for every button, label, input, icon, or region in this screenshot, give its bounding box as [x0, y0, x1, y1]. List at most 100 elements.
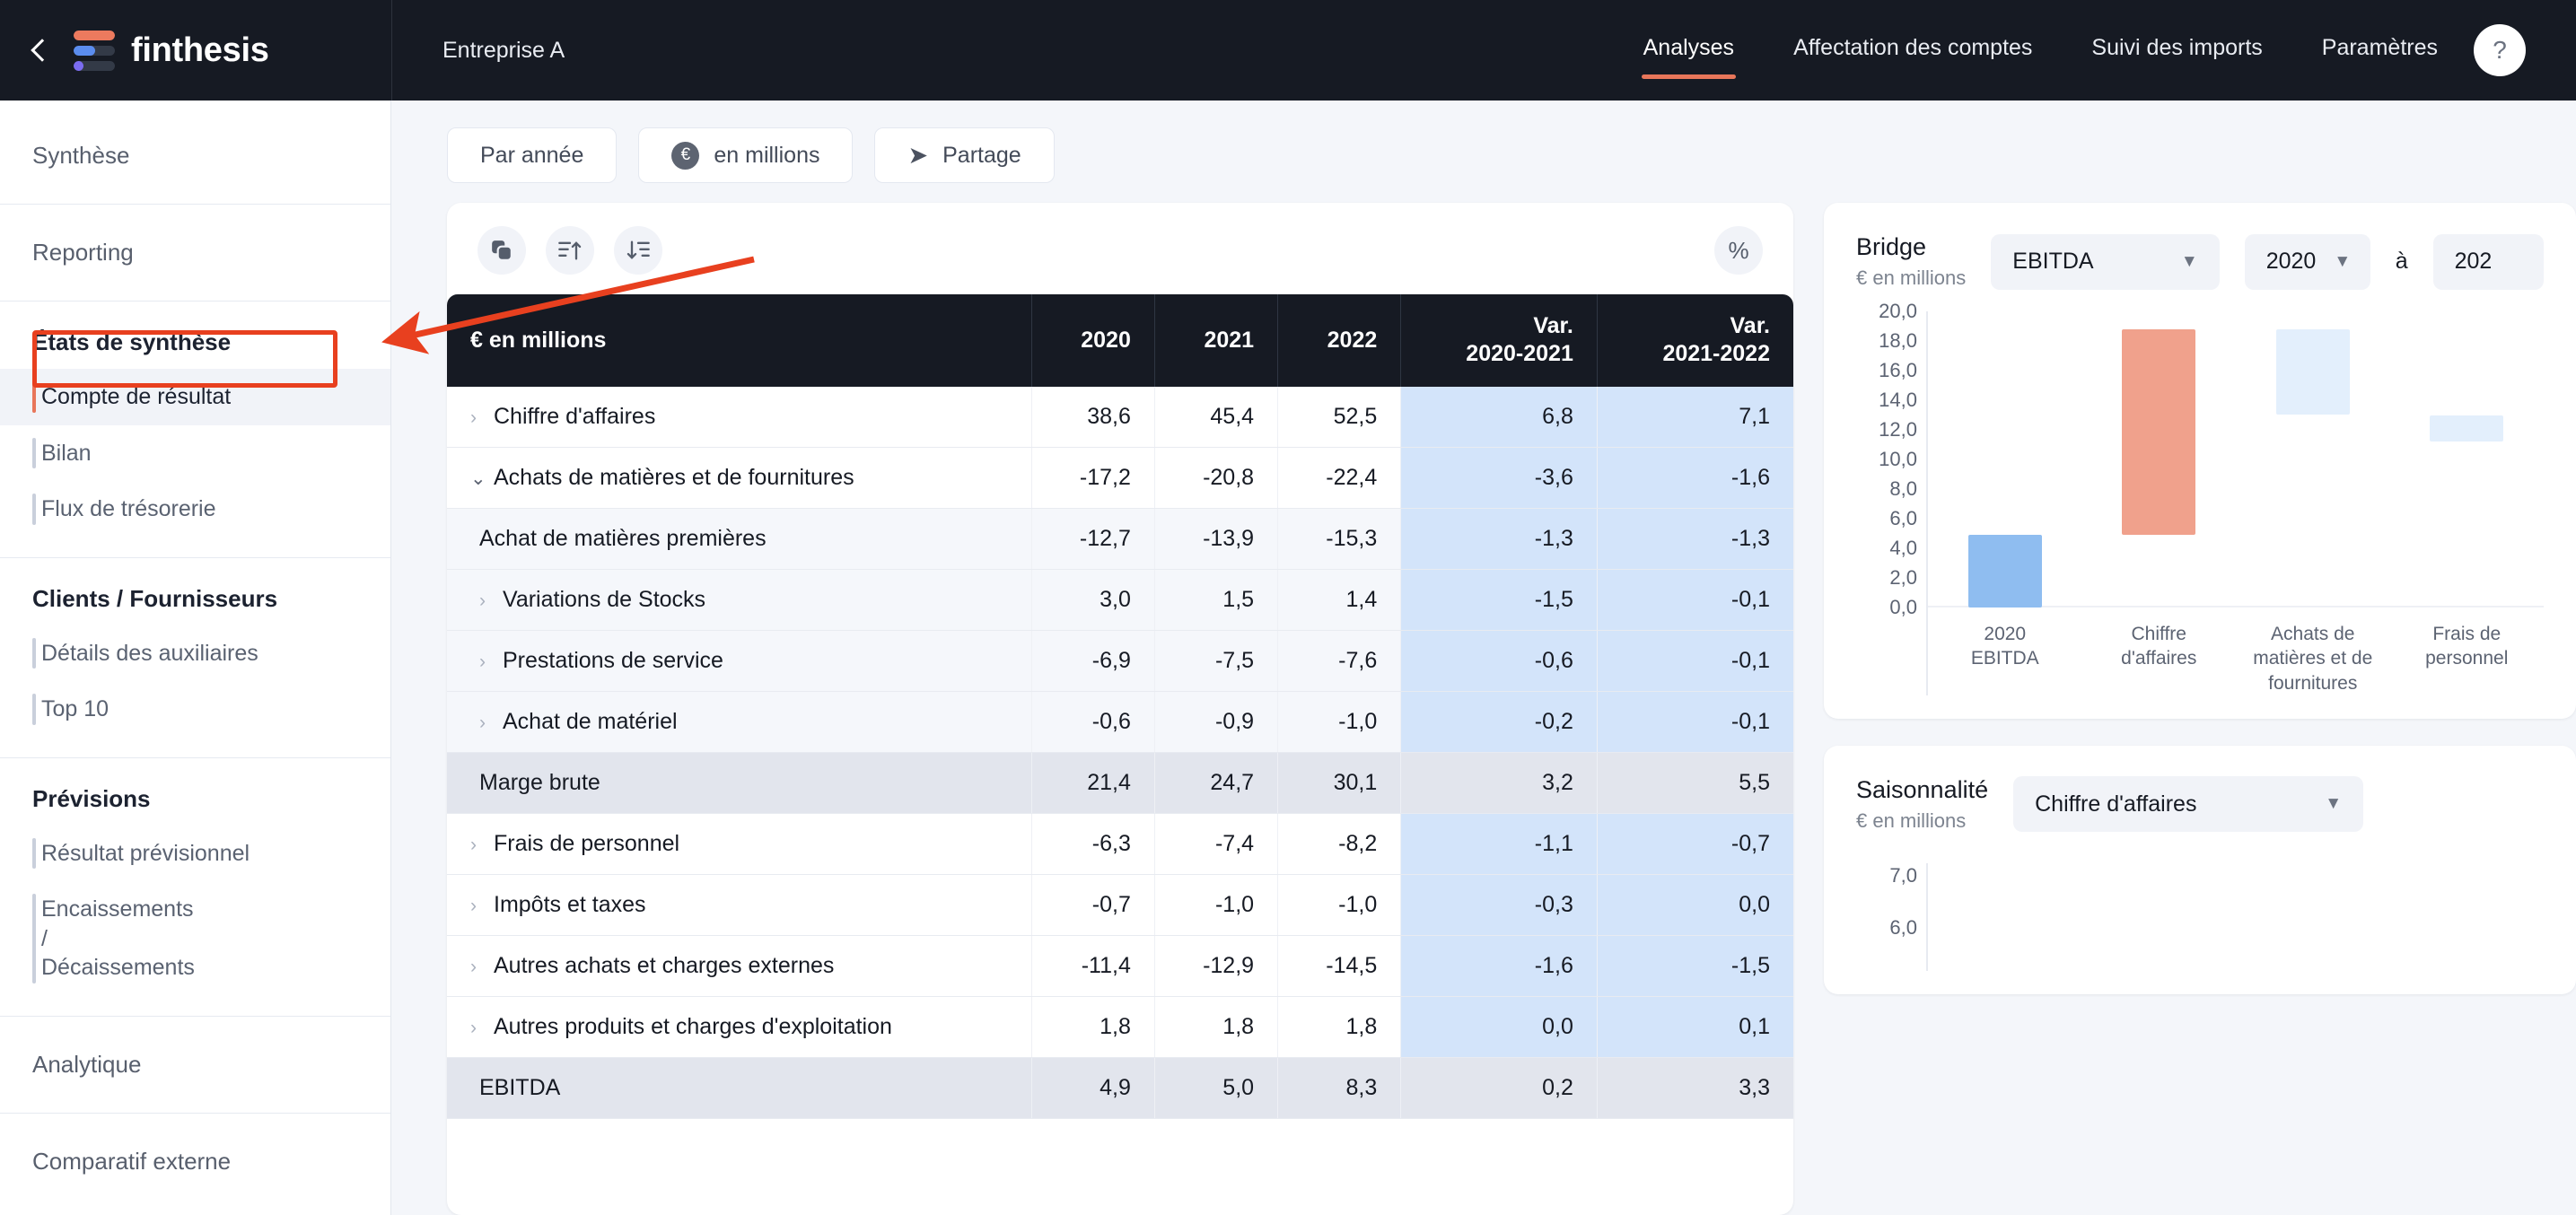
sidebar-item-resultat-previsionnel[interactable]: Résultat prévisionnel — [0, 826, 390, 882]
y-tick-label: 18,0 — [1879, 329, 1917, 352]
bridge-year-to-select[interactable]: 202 — [2432, 233, 2544, 290]
saisonnalite-chart: 7,0 6,0 — [1856, 862, 2544, 971]
y-tick-label: 12,0 — [1879, 418, 1917, 441]
row-label-text: Variations de Stocks — [503, 586, 706, 612]
cell-value: -0,1 — [1596, 691, 1793, 753]
bridge-subtitle: € en millions — [1856, 267, 1967, 289]
top-bar-main: Entreprise A Analyses Affectation des co… — [391, 0, 2576, 101]
tab-suivi-des-imports[interactable]: Suivi des imports — [2090, 28, 2264, 74]
sidebar-item-comparatif-externe[interactable]: Comparatif externe — [0, 1133, 390, 1190]
table-row[interactable]: Marge brute 21,4 24,7 30,1 3,2 5,5 — [447, 752, 1793, 814]
y-tick-label: 8,0 — [1889, 477, 1917, 500]
bridge-metric-select[interactable]: EBITDA ▼ — [1991, 233, 2220, 290]
table-row[interactable]: › Variations de Stocks 3,0 1,5 1,4 -1,5 -0,1 — [447, 569, 1793, 631]
bridge-metric-value: EBITDA — [2012, 249, 2094, 274]
table-row[interactable]: › Prestations de service -6,9 -7,5 -7,6 -0,6-… — [447, 630, 1793, 692]
chevron-right-icon[interactable]: › — [479, 651, 503, 673]
sidebar-item-flux-de-tresorerie[interactable]: Flux de trésorerie — [0, 481, 390, 538]
sidebar-group-reporting: Reporting — [0, 205, 390, 302]
cell-value: 1,8 — [1277, 996, 1401, 1058]
sidebar-item-top-10[interactable]: Top 10 — [0, 681, 390, 738]
chevron-right-icon[interactable]: › — [479, 712, 503, 734]
row-label: Marge brute — [447, 752, 1032, 814]
bridge-bar[interactable] — [2430, 415, 2504, 442]
cell-value: -20,8 — [1153, 447, 1278, 509]
col-var-2021-2022-line2: 2021-2022 — [1662, 341, 1770, 367]
company-name: Entreprise A — [442, 37, 565, 63]
copy-icon[interactable] — [478, 226, 526, 275]
bridge-bar[interactable] — [2122, 328, 2196, 536]
sidebar-item-synthese[interactable]: Synthèse — [0, 127, 390, 184]
bridge-bar[interactable] — [2275, 328, 2350, 415]
col-label[interactable]: € en millions — [447, 294, 1032, 387]
sort-descending-icon[interactable] — [614, 226, 662, 275]
period-button[interactable]: Par année — [447, 127, 618, 183]
unit-button[interactable]: € en millions — [638, 127, 854, 183]
col-2022[interactable]: 2022 — [1277, 294, 1401, 387]
cell-value: -1,5 — [1400, 569, 1598, 631]
bridge-x-axis: 2020 EBITDA Chiffre d'affaires Achats de mati… — [1928, 622, 2544, 695]
sidebar-item-bilan[interactable]: Bilan — [0, 425, 390, 482]
chevron-right-icon[interactable]: › — [470, 835, 494, 856]
cell-value: -6,9 — [1030, 630, 1155, 692]
table-row[interactable]: › Impôts et taxes -0,7 -1,0 -1,0 -0,3 0,0 — [447, 874, 1793, 936]
sidebar-item-encaissements-decaissements[interactable]: Encaissements / Décaissements — [0, 881, 224, 996]
y-tick-label: 20,0 — [1879, 300, 1917, 322]
tab-affectation-des-comptes[interactable]: Affectation des comptes — [1792, 28, 2034, 74]
bridge-year-from-select[interactable]: 2020 ▼ — [2244, 233, 2370, 290]
table-row[interactable]: › Chiffre d'affaires 38,6 45,4 52,5 6,8 7,1 — [447, 386, 1793, 448]
col-2021[interactable]: 2021 — [1153, 294, 1278, 387]
table-row[interactable]: › Autres achats et charges externes -11,4-… — [447, 935, 1793, 997]
cell-value: 1,8 — [1030, 996, 1155, 1058]
chevron-left-icon[interactable] — [27, 39, 50, 62]
bridge-conjunction: à — [2395, 249, 2408, 274]
chevron-down-icon[interactable]: ⌄ — [470, 468, 494, 490]
col-2020[interactable]: 2020 — [1030, 294, 1155, 387]
saisonnalite-metric-select[interactable]: Chiffre d'affaires ▼ — [2013, 776, 2364, 833]
sidebar-item-reporting[interactable]: Reporting — [0, 224, 390, 281]
col-var-2020-2021[interactable]: Var. 2020-2021 — [1400, 294, 1598, 387]
sidebar-item-analytique[interactable]: Analytique — [0, 1036, 390, 1093]
bridge-chart: 20,0 18,0 16,0 14,0 12,0 10,0 8,0 6,0 4,0 2,0 0,0 … — [1856, 300, 2544, 695]
cell-value: -0,1 — [1596, 630, 1793, 692]
chevron-right-icon[interactable]: › — [470, 1018, 494, 1039]
x-tick-line: d'affaires — [2121, 648, 2197, 669]
table-row[interactable]: › Frais de personnel -6,3 -7,4 -8,2 -1,1 -0,7 — [447, 813, 1793, 875]
saisonnalite-y-axis: 7,0 6,0 — [1856, 863, 1926, 971]
table-row[interactable]: EBITDA 4,9 5,0 8,3 0,2 3,3 — [447, 1057, 1793, 1119]
bridge-plot-area — [1928, 311, 2544, 608]
table-row[interactable]: ⌄ Achats de matières et de fournitures -17… — [447, 447, 1793, 509]
table-row[interactable]: Achat de matières premières -12,7 -13,9 -15… — [447, 508, 1793, 570]
tab-analyses[interactable]: Analyses — [1641, 28, 1737, 79]
percent-toggle-button[interactable]: % — [1714, 226, 1763, 275]
chevron-right-icon[interactable]: › — [470, 896, 494, 917]
cell-value: 1,8 — [1153, 996, 1278, 1058]
share-button[interactable]: ➤ Partage — [874, 127, 1055, 183]
tab-parametres[interactable]: Paramètres — [2320, 28, 2440, 74]
table-row[interactable]: › Achat de matériel -0,6 -0,9 -1,0 -0,2 -0,1 — [447, 691, 1793, 753]
cell-value: -7,6 — [1277, 630, 1401, 692]
cell-value: -17,2 — [1030, 447, 1155, 509]
sidebar-item-details-des-auxiliaires[interactable]: Détails des auxiliaires — [0, 625, 390, 682]
sidebar-heading-clients-fournisseurs: Clients / Fournisseurs — [32, 584, 278, 612]
chevron-right-icon[interactable]: › — [470, 957, 494, 978]
col-var-2021-2022[interactable]: Var. 2021-2022 — [1596, 294, 1793, 387]
cell-value: -12,9 — [1153, 935, 1278, 997]
bridge-header: Bridge € en millions EBITDA ▼ 2020 ▼ à 2… — [1856, 233, 2544, 290]
logo[interactable]: finthesis — [74, 30, 269, 71]
row-label: › Frais de personnel — [447, 813, 1032, 875]
cell-value: -1,0 — [1277, 874, 1401, 936]
table-row[interactable]: › Autres produits et charges d'exploitati… — [447, 996, 1793, 1058]
x-tick-line: 2020 — [1984, 624, 2027, 644]
sidebar-item-compte-de-resultat[interactable]: Compte de résultat — [0, 369, 390, 425]
chevron-right-icon[interactable]: › — [479, 590, 503, 612]
cell-value: -8,2 — [1277, 813, 1401, 875]
x-tick-label: Achats de matières et de fournitures — [2236, 622, 2390, 695]
cell-value: -3,6 — [1400, 447, 1598, 509]
chevron-right-icon[interactable]: › — [470, 407, 494, 429]
row-label: › Achat de matériel — [447, 691, 1032, 753]
sort-ascending-icon[interactable] — [546, 226, 594, 275]
bridge-bar[interactable] — [1967, 535, 2042, 608]
help-icon[interactable]: ? — [2474, 24, 2526, 76]
cell-value: 45,4 — [1153, 386, 1278, 448]
